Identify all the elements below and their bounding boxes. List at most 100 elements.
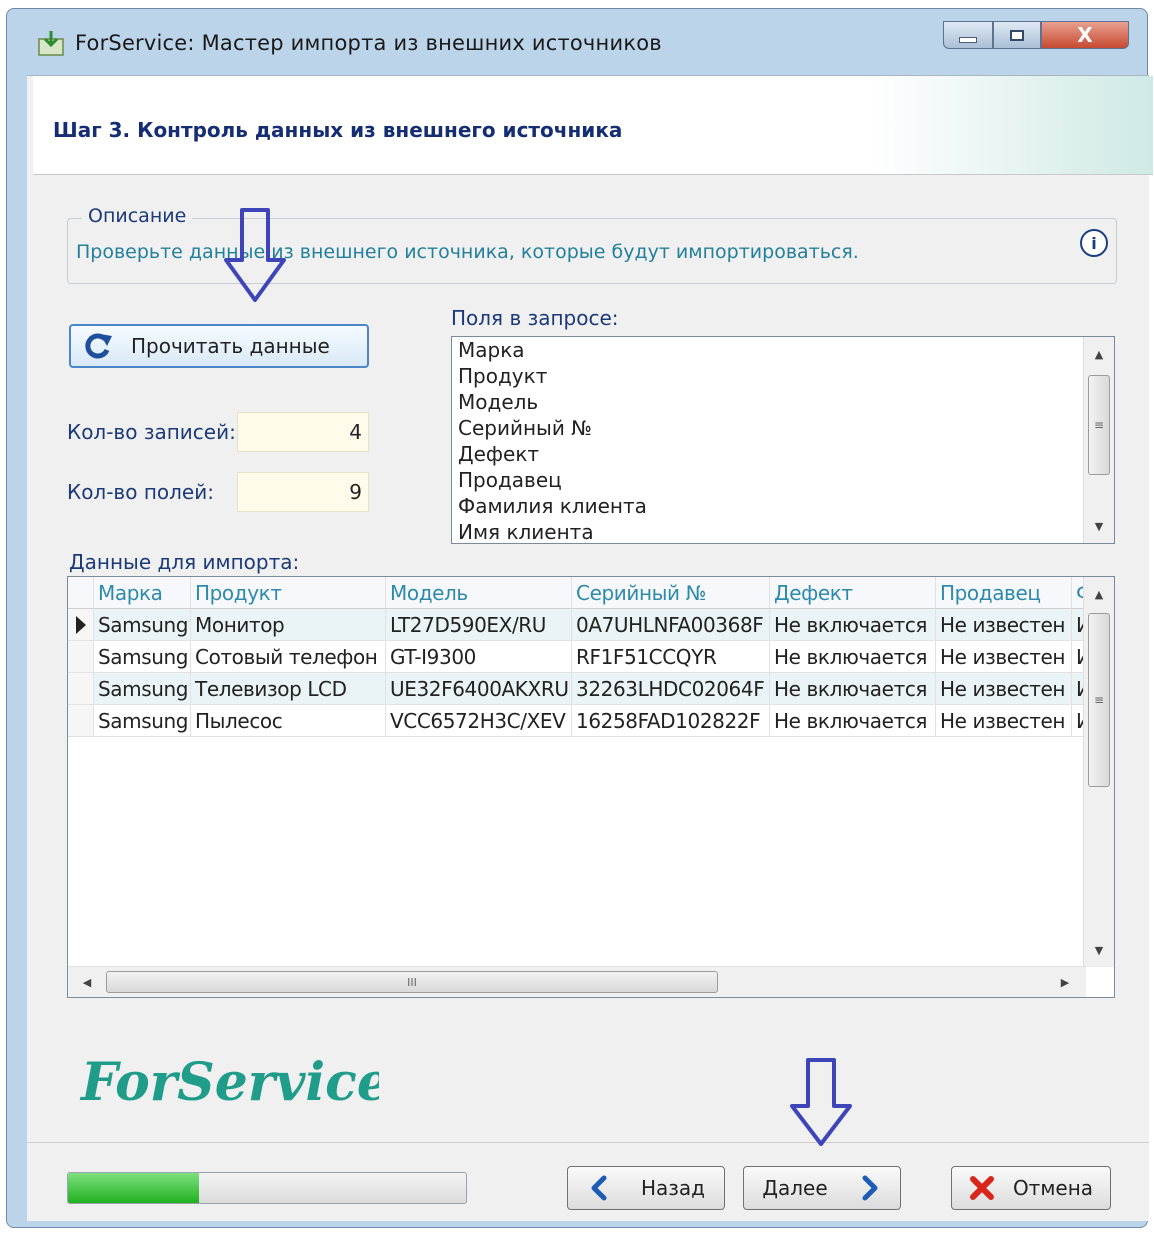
refresh-icon <box>85 333 112 359</box>
grid-cell[interactable]: Не известен <box>936 705 1072 737</box>
grid-column-header[interactable]: Продавец <box>936 577 1072 609</box>
row-indicator[interactable] <box>68 705 94 737</box>
query-field-item[interactable]: Продавец <box>452 467 1114 493</box>
next-label: Далее <box>762 1176 828 1200</box>
grid-hscroll-thumb[interactable]: III <box>106 971 718 993</box>
grid-column-header[interactable]: Дефект <box>770 577 936 609</box>
grid-cell[interactable]: Не известен <box>936 641 1072 673</box>
grid-column-header[interactable]: Продукт <box>191 577 386 609</box>
table-row[interactable]: Samsung Монитор LT27D590EX/RU 0A7UHLNFA0036… <box>68 609 1086 641</box>
table-row[interactable]: Samsung Пылесос VCC6572H3C/XEV 16258FAD1028… <box>68 705 1086 737</box>
info-icon[interactable]: i <box>1080 229 1108 257</box>
grid-vertical-scrollbar[interactable]: ▲ ≡ ▼ <box>1083 577 1114 967</box>
progress-fill <box>68 1173 200 1203</box>
grid-header-row: Марка Продукт Модель Серийный № Дефект Продав… <box>68 577 1086 609</box>
cancel-x-icon <box>969 1176 994 1200</box>
grid-cell[interactable]: Не включается <box>770 641 936 673</box>
scroll-thumb[interactable]: ≡ <box>1088 375 1110 475</box>
row-indicator[interactable] <box>68 673 94 705</box>
grid-scroll-left-icon[interactable]: ◀ <box>72 967 102 997</box>
grid-cell[interactable]: Монитор <box>191 609 386 641</box>
fields-count-field[interactable]: 9 <box>237 472 369 512</box>
query-fields-scrollbar[interactable]: ▲ ≡ ▼ <box>1083 337 1114 543</box>
grid-cell[interactable]: Не включается <box>770 673 936 705</box>
next-button[interactable]: Далее <box>743 1166 901 1210</box>
grid-cell[interactable]: Пылесос <box>191 705 386 737</box>
grid-cell[interactable]: UE32F6400AKXRU <box>386 673 572 705</box>
query-field-item[interactable]: Серийный № <box>452 415 1114 441</box>
grid-column-header[interactable]: Модель <box>386 577 572 609</box>
grid-cell[interactable]: Samsung <box>94 609 191 641</box>
footer-divider <box>27 1142 1149 1143</box>
back-label: Назад <box>640 1176 705 1200</box>
grid-scroll-down-icon[interactable]: ▼ <box>1084 937 1114 963</box>
grid-cell[interactable]: 0A7UHLNFA00368F <box>572 609 770 641</box>
import-app-icon <box>38 31 64 56</box>
row-indicator[interactable] <box>68 609 94 641</box>
grid-column-header[interactable]: Марка <box>94 577 191 609</box>
grid-cell[interactable]: Не известен <box>936 609 1072 641</box>
grid-cell[interactable]: Не известен <box>936 673 1072 705</box>
read-data-button[interactable]: Прочитать данные <box>69 324 369 368</box>
step-title: Шаг 3. Контроль данных из внешнего источ… <box>53 118 623 142</box>
query-field-item[interactable]: Фамилия клиента <box>452 493 1114 519</box>
progress-bar <box>67 1172 467 1204</box>
description-legend: Описание <box>82 205 193 227</box>
import-data-label: Данные для импорта: <box>69 550 300 574</box>
title-bar[interactable]: ForService: Мастер импорта из внешних ис… <box>7 9 1147 75</box>
records-count-field[interactable]: 4 <box>237 412 369 452</box>
grid-cell[interactable]: RF1F51CCQYR <box>572 641 770 673</box>
grid-cell[interactable]: Телевизор LCD <box>191 673 386 705</box>
query-field-item[interactable]: Продукт <box>452 363 1114 389</box>
window-title: ForService: Мастер импорта из внешних ис… <box>75 31 662 55</box>
current-row-icon <box>75 615 86 634</box>
grid-cell[interactable]: Samsung <box>94 705 191 737</box>
grid-cell[interactable]: GT-I9300 <box>386 641 572 673</box>
query-field-item[interactable]: Дефект <box>452 441 1114 467</box>
logo-text: ForService <box>79 1052 379 1113</box>
grid-scroll-right-icon[interactable]: ▶ <box>1050 967 1080 997</box>
forservice-logo: ForService <box>79 1052 379 1113</box>
cancel-button[interactable]: Отмена <box>951 1166 1111 1210</box>
close-icon: X <box>1077 23 1093 47</box>
grid-cell[interactable]: Samsung <box>94 641 191 673</box>
chevron-left-icon <box>591 1175 607 1201</box>
query-field-item[interactable]: Имя клиента <box>452 519 1114 543</box>
cancel-label: Отмена <box>1012 1176 1094 1200</box>
records-count-label: Кол-во записей: <box>67 420 236 444</box>
chevron-right-icon <box>862 1175 878 1201</box>
grid-cell[interactable]: LT27D590EX/RU <box>386 609 572 641</box>
back-button[interactable]: Назад <box>567 1166 725 1210</box>
annotation-arrow-down-icon <box>790 1058 852 1146</box>
query-field-item[interactable]: Марка <box>452 337 1114 363</box>
grid-cell[interactable]: Samsung <box>94 673 191 705</box>
grid-cell[interactable]: Сотовый телефон <box>191 641 386 673</box>
grid-cell[interactable]: 16258FAD102822F <box>572 705 770 737</box>
query-field-item[interactable]: Модель <box>452 389 1114 415</box>
table-row[interactable]: Samsung Телевизор LCD UE32F6400AKXRU 32263L… <box>68 673 1086 705</box>
maximize-button[interactable] <box>993 21 1041 49</box>
grid-cell[interactable]: Не включается <box>770 609 936 641</box>
row-indicator[interactable] <box>68 641 94 673</box>
grid-horizontal-scrollbar[interactable]: ◀ III ▶ <box>68 966 1086 997</box>
grid-cell[interactable]: VCC6572H3C/XEV <box>386 705 572 737</box>
grid-corner <box>68 577 94 609</box>
grid-cell[interactable]: 32263LHDC02064F <box>572 673 770 705</box>
table-row[interactable]: Samsung Сотовый телефон GT-I9300 RF1F51CCQY… <box>68 641 1086 673</box>
grid-column-header[interactable]: Серийный № <box>572 577 770 609</box>
scroll-up-arrow-icon[interactable]: ▲ <box>1084 341 1114 367</box>
grid-scroll-thumb[interactable]: ≡ <box>1088 613 1110 787</box>
query-fields-items: Марка Продукт Модель Серийный № Дефект Продав… <box>452 337 1114 543</box>
wizard-client-area: Шаг 3. Контроль данных из внешнего источ… <box>27 75 1153 1221</box>
grid-scroll-up-icon[interactable]: ▲ <box>1084 581 1114 607</box>
query-fields-label: Поля в запросе: <box>451 306 619 330</box>
grid-cell[interactable]: Не включается <box>770 705 936 737</box>
close-button[interactable]: X <box>1041 21 1129 49</box>
step-header: Шаг 3. Контроль данных из внешнего источ… <box>33 76 1153 175</box>
import-data-grid[interactable]: Марка Продукт Модель Серийный № Дефект Продав… <box>67 576 1115 998</box>
query-fields-list[interactable]: Марка Продукт Модель Серийный № Дефект Продав… <box>451 336 1115 544</box>
minimize-button[interactable] <box>943 21 993 49</box>
scroll-down-arrow-icon[interactable]: ▼ <box>1084 513 1114 539</box>
maximize-icon <box>1010 29 1024 41</box>
annotation-arrow-down-icon <box>224 208 286 302</box>
